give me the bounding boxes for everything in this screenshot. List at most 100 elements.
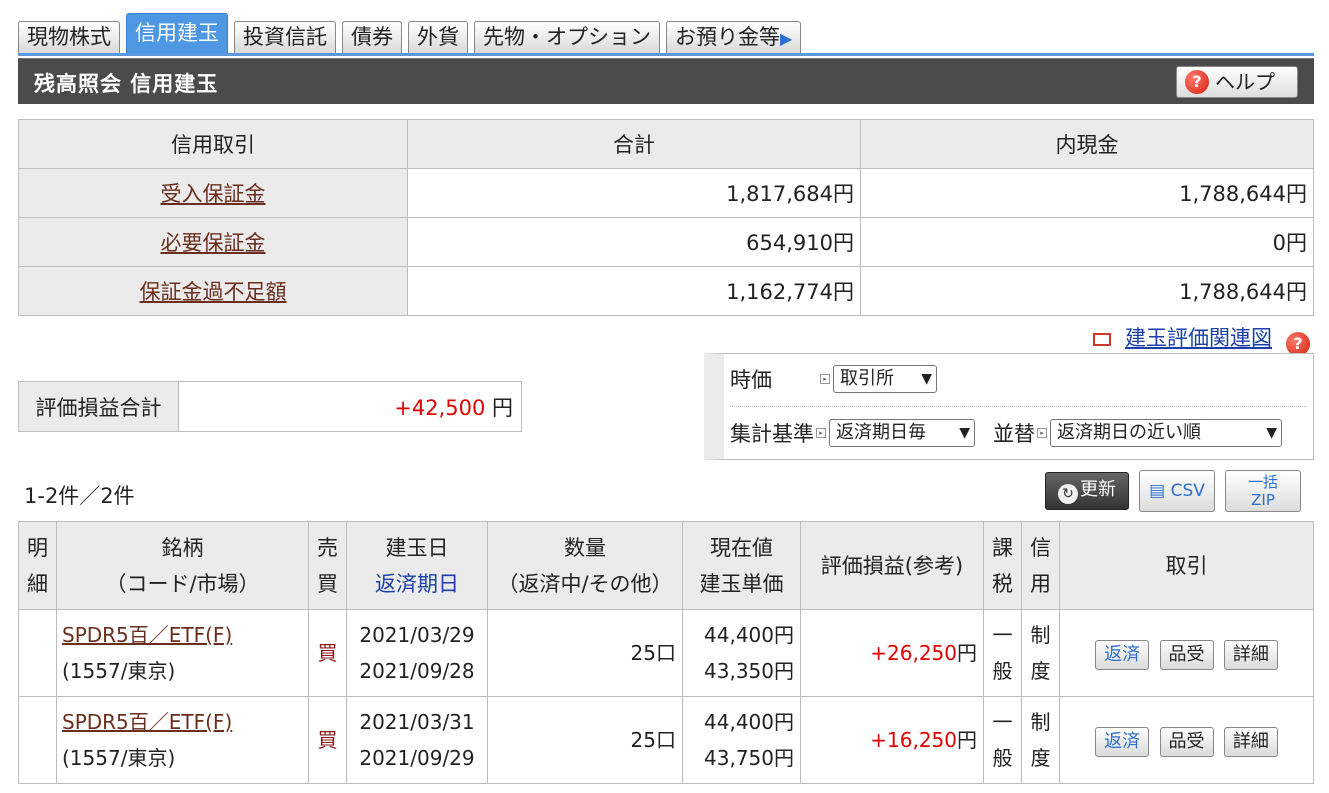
positions-table: 明細 銘柄 （コード/市場） 売買 建玉日 返済期日 数量 （返済中/その他） 現在値… <box>18 521 1314 784</box>
details-button[interactable]: 詳細 <box>1223 640 1278 670</box>
header-name: 銘柄 <box>161 535 204 560</box>
page-title: 残高照会 信用建玉 <box>34 72 219 96</box>
received-margin-total: 1,817,684円 <box>407 168 861 218</box>
eval-total-unit: 円 <box>492 395 513 420</box>
received-margin-link[interactable]: 受入保証金 <box>161 182 266 206</box>
header-open-price: 建玉単価 <box>699 571 784 596</box>
table-row: SPDR5百／ETF(F) (1557/東京) 買 2021/03/31 2021/… <box>18 696 1314 784</box>
table-row: 保証金過不足額 1,162,774円 1,788,644円 <box>18 266 1314 316</box>
margin-header-type: 信用取引 <box>18 119 408 169</box>
table-row: 必要保証金 654,910円 0円 <box>18 217 1314 267</box>
required-margin-total: 654,910円 <box>407 217 861 267</box>
position-name-link[interactable]: SPDR5百／ETF(F) <box>62 710 232 734</box>
table-row: 受入保証金 1,817,684円 1,788,644円 <box>18 168 1314 218</box>
csv-button-label: CSV <box>1170 481 1205 501</box>
position-open-price: 43,750円 <box>704 746 794 770</box>
margin-header-total: 合計 <box>407 119 861 169</box>
refresh-button-label: 更新 <box>1080 479 1116 500</box>
position-side: 買 <box>308 609 347 697</box>
delivery-button[interactable]: 品受 <box>1159 640 1214 670</box>
position-pl: +16,250 <box>870 728 957 752</box>
tab-gaika[interactable]: 外貨 <box>408 21 468 53</box>
popup-window-icon <box>1093 333 1111 346</box>
position-credit-2: 度 <box>1030 659 1051 683</box>
repay-button[interactable]: 返済 <box>1095 640 1150 670</box>
agg-select[interactable]: 返済期日毎 ▼ <box>829 419 975 447</box>
header-qty-sub: （返済中/その他） <box>497 571 673 596</box>
margin-header-cash: 内現金 <box>860 119 1314 169</box>
tab-more-arrow-icon[interactable]: ▶ <box>780 29 792 48</box>
eval-total-table: 評価損益合計 +42,500 円 <box>18 381 522 432</box>
header-detail: 明 <box>27 535 48 560</box>
header-open-date: 建玉日 <box>385 535 449 560</box>
refresh-button[interactable]: ↻ 更新 <box>1045 472 1129 510</box>
zip-download-button[interactable]: 一括 ZIP <box>1225 470 1301 512</box>
sort-select[interactable]: 返済期日の近い順 ▼ <box>1050 419 1282 447</box>
position-open-price: 43,350円 <box>704 659 794 683</box>
header-due-date: 返済期日 <box>375 571 459 596</box>
margin-surplus-total: 1,162,774円 <box>407 266 861 316</box>
detail-cell <box>18 609 57 697</box>
position-credit: 制 <box>1030 710 1051 734</box>
tab-sakimono[interactable]: 先物・オプション <box>474 21 660 53</box>
tab-shinyo[interactable]: 信用建玉 <box>126 13 228 53</box>
required-margin-cash: 0円 <box>860 217 1314 267</box>
tab-azukari[interactable]: お預り金等▶ <box>666 21 802 53</box>
header-current-price: 現在値 <box>710 535 773 560</box>
tab-genbutsu[interactable]: 現物株式 <box>18 21 120 53</box>
table-row: SPDR5百／ETF(F) (1557/東京) 買 2021/03/29 2021/… <box>18 609 1314 697</box>
position-credit-2: 度 <box>1030 746 1051 770</box>
price-select[interactable]: 取引所 ▼ <box>833 365 937 393</box>
help-button[interactable]: ? ヘルプ <box>1176 66 1298 98</box>
sort-label: 並替 <box>993 422 1035 446</box>
delivery-button[interactable]: 品受 <box>1159 727 1214 757</box>
header-credit-2: 用 <box>1030 571 1051 596</box>
header-credit: 信 <box>1030 535 1051 560</box>
margin-surplus-cash: 1,788,644円 <box>860 266 1314 316</box>
related-chart-link[interactable]: 建玉評価関連図 <box>1125 326 1272 350</box>
tab-toushin[interactable]: 投資信託 <box>234 21 336 53</box>
position-open-date: 2021/03/29 <box>359 623 475 647</box>
position-open-date: 2021/03/31 <box>359 710 475 734</box>
bullet-icon: ▸ <box>816 428 826 438</box>
zip-button-label-top: 一括 <box>1247 473 1278 491</box>
position-due-date: 2021/09/29 <box>359 746 475 770</box>
received-margin-cash: 1,788,644円 <box>860 168 1314 218</box>
tab-saiken[interactable]: 債券 <box>342 21 402 53</box>
position-current-price: 44,400円 <box>704 710 794 734</box>
header-tax: 課 <box>992 535 1013 560</box>
repay-button[interactable]: 返済 <box>1095 727 1150 757</box>
position-current-price: 44,400円 <box>704 623 794 647</box>
price-select-value: 取引所 <box>840 368 894 389</box>
position-qty: 25口 <box>487 609 683 697</box>
details-button[interactable]: 詳細 <box>1223 727 1278 757</box>
required-margin-link[interactable]: 必要保証金 <box>161 231 266 255</box>
position-name-link[interactable]: SPDR5百／ETF(F) <box>62 623 232 647</box>
csv-download-button[interactable]: ▤ CSV <box>1139 470 1215 512</box>
zip-button-label-bottom: ZIP <box>1251 491 1275 509</box>
position-tax: 一 <box>992 710 1013 734</box>
margin-table: 信用取引 合計 内現金 受入保証金 1,817,684円 1,788,644円 … <box>18 119 1314 316</box>
header-trade: 取引 <box>1059 521 1314 610</box>
sort-select-value: 返済期日の近い順 <box>1057 422 1201 443</box>
price-label: 時価 <box>730 368 772 392</box>
question-icon: ? <box>1185 70 1209 94</box>
document-icon: ▤ <box>1149 481 1166 501</box>
tab-azukari-label: お預り金等 <box>675 25 780 49</box>
section-header: 残高照会 信用建玉 ? ヘルプ <box>18 58 1314 104</box>
positions-header: 明細 銘柄 （コード/市場） 売買 建玉日 返済期日 数量 （返済中/その他） 現在値… <box>18 521 1314 610</box>
header-side-2: 買 <box>317 571 338 596</box>
agg-label: 集計基準 <box>730 422 814 446</box>
margin-surplus-link[interactable]: 保証金過不足額 <box>140 280 287 304</box>
help-button-label: ヘルプ <box>1215 70 1275 94</box>
detail-cell <box>18 696 57 784</box>
header-tax-2: 税 <box>992 571 1013 596</box>
page: 現物株式 信用建玉 投資信託 債券 外貨 先物・オプション お預り金等▶ 残高照… <box>18 12 1314 784</box>
position-code: (1557/東京) <box>62 659 176 683</box>
position-due-date: 2021/09/28 <box>359 659 475 683</box>
bullet-icon: ▸ <box>820 374 830 384</box>
header-qty: 数量 <box>564 535 606 560</box>
eval-total-value: +42,500 <box>394 395 486 420</box>
position-code: (1557/東京) <box>62 746 176 770</box>
position-qty: 25口 <box>487 696 683 784</box>
